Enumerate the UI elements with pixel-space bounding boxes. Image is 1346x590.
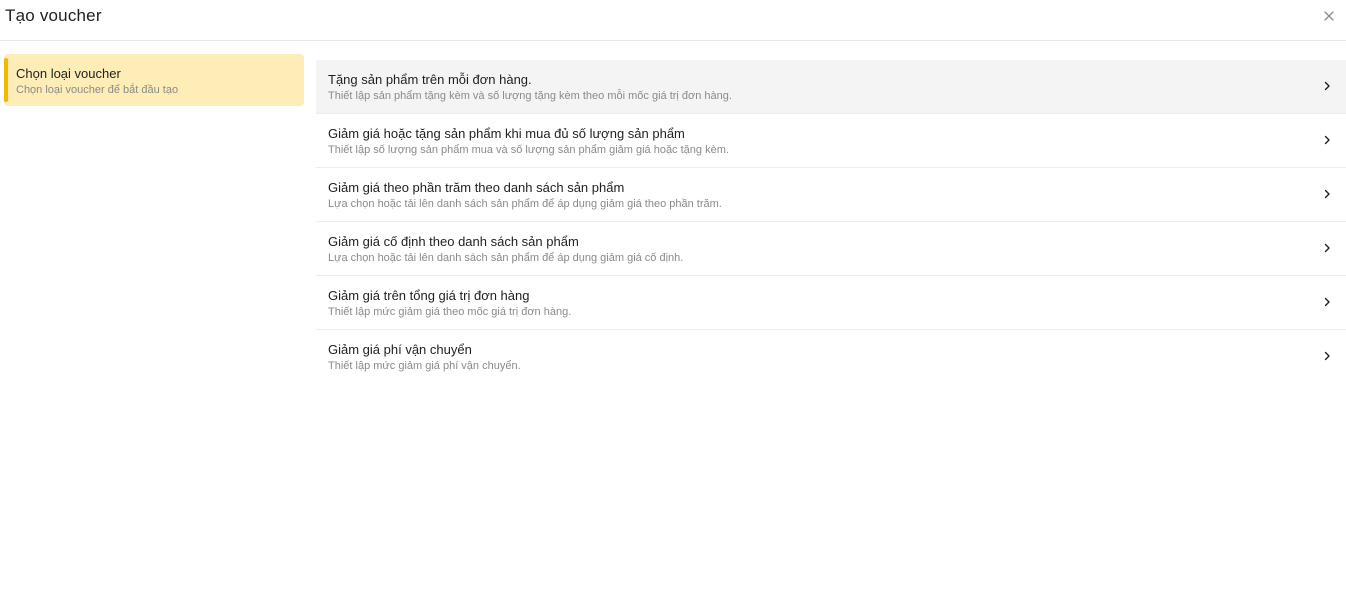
step-subtitle: Chọn loại voucher để bắt đầu tạo	[16, 84, 179, 96]
step-active-indicator	[4, 58, 8, 102]
chevron-right-icon	[1324, 135, 1330, 145]
modal-header: Tạo voucher	[0, 0, 1346, 41]
option-title: Tặng sản phẩm trên mỗi đơn hàng.	[328, 72, 532, 87]
chevron-right-icon	[1324, 243, 1330, 253]
voucher-type-list: Tặng sản phẩm trên mỗi đơn hàng. Thiết l…	[316, 60, 1346, 384]
option-title: Giảm giá phí vận chuyển	[328, 342, 472, 357]
step-sidebar: Chọn loại voucher Chọn loại voucher để b…	[4, 54, 304, 106]
chevron-right-icon	[1324, 81, 1330, 91]
voucher-option-buy-quantity[interactable]: Giảm giá hoặc tặng sản phẩm khi mua đủ s…	[316, 114, 1346, 168]
create-voucher-modal: Tạo voucher Chọn loại voucher Chọn loại …	[0, 0, 1346, 590]
step-choose-voucher-type[interactable]: Chọn loại voucher Chọn loại voucher để b…	[4, 54, 304, 106]
voucher-option-shipping-fee[interactable]: Giảm giá phí vận chuyển Thiết lập mức gi…	[316, 330, 1346, 384]
option-description: Thiết lập số lượng sản phẩm mua và số lư…	[328, 144, 729, 156]
voucher-option-order-total[interactable]: Giảm giá trên tổng giá trị đơn hàng Thiế…	[316, 276, 1346, 330]
voucher-option-percent-product-list[interactable]: Giảm giá theo phần trăm theo danh sách s…	[316, 168, 1346, 222]
chevron-right-icon	[1324, 351, 1330, 361]
modal-title: Tạo voucher	[5, 6, 102, 25]
option-description: Thiết lập mức giảm giá theo mốc giá trị …	[328, 306, 572, 318]
option-title: Giảm giá cố định theo danh sách sản phẩm	[328, 234, 579, 249]
option-description: Thiết lập mức giảm giá phí vận chuyển.	[328, 360, 521, 372]
option-title: Giảm giá theo phần trăm theo danh sách s…	[328, 180, 625, 195]
option-title: Giảm giá trên tổng giá trị đơn hàng	[328, 288, 530, 303]
option-description: Thiết lập sản phẩm tặng kèm và số lượng …	[328, 90, 732, 102]
option-title: Giảm giá hoặc tặng sản phẩm khi mua đủ s…	[328, 126, 685, 141]
close-icon	[1324, 11, 1334, 21]
option-description: Lựa chọn hoặc tải lên danh sách sản phẩm…	[328, 198, 722, 210]
chevron-right-icon	[1324, 189, 1330, 199]
voucher-option-fixed-product-list[interactable]: Giảm giá cố định theo danh sách sản phẩm…	[316, 222, 1346, 276]
step-title: Chọn loại voucher	[16, 66, 121, 81]
option-description: Lựa chọn hoặc tải lên danh sách sản phẩm…	[328, 252, 684, 264]
chevron-right-icon	[1324, 297, 1330, 307]
close-button[interactable]	[1318, 5, 1340, 27]
voucher-option-gift-per-order[interactable]: Tặng sản phẩm trên mỗi đơn hàng. Thiết l…	[316, 60, 1346, 114]
